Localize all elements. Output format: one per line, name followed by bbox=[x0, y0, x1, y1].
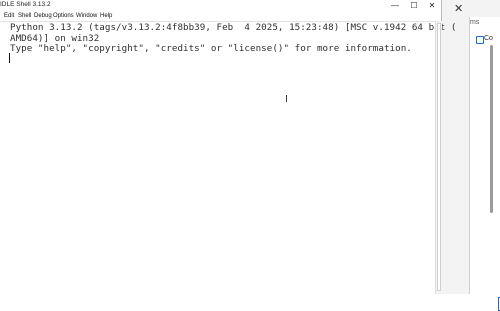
ibeam-cursor-icon: I bbox=[285, 94, 288, 105]
background-icon-label[interactable]: Co bbox=[484, 35, 493, 42]
menu-window[interactable]: Window bbox=[76, 13, 97, 19]
vertical-scrollbar[interactable] bbox=[435, 21, 442, 294]
background-close-icon[interactable]: ✕ bbox=[454, 2, 463, 15]
close-button[interactable]: ✕ bbox=[423, 0, 441, 12]
shell-line-3: Type "help", "copyright", "credits" or "… bbox=[10, 43, 412, 54]
background-copy-icon[interactable] bbox=[476, 36, 484, 44]
text-caret bbox=[9, 53, 10, 63]
idle-shell-window: IDLE Shell 3.13.2 — ☐ ✕ Edit Shell Debug… bbox=[0, 0, 456, 295]
title-bar[interactable]: IDLE Shell 3.13.2 — ☐ ✕ bbox=[0, 0, 441, 12]
menu-edit[interactable]: Edit bbox=[4, 13, 14, 19]
menu-shell[interactable]: Shell bbox=[18, 13, 31, 19]
scrollbar-thumb[interactable] bbox=[437, 23, 441, 291]
menu-options[interactable]: Options bbox=[53, 13, 74, 19]
shell-editor[interactable]: Python 3.13.2 (tags/v3.13.2:4f8bb39, Feb… bbox=[0, 21, 456, 295]
background-pane: ms bbox=[469, 17, 500, 311]
background-window: ✕ ms Co bbox=[441, 0, 500, 311]
shell-line-1: Python 3.13.2 (tags/v3.13.2:4f8bb39, Feb… bbox=[10, 22, 457, 33]
window-title: IDLE Shell 3.13.2 bbox=[0, 1, 51, 8]
maximize-button[interactable]: ☐ bbox=[405, 0, 423, 12]
menu-debug[interactable]: Debug bbox=[34, 13, 52, 19]
menu-help[interactable]: Help bbox=[100, 13, 112, 19]
background-pane-text: ms bbox=[470, 19, 480, 26]
background-scrollbar[interactable] bbox=[490, 45, 493, 213]
minimize-button[interactable]: — bbox=[386, 0, 404, 12]
